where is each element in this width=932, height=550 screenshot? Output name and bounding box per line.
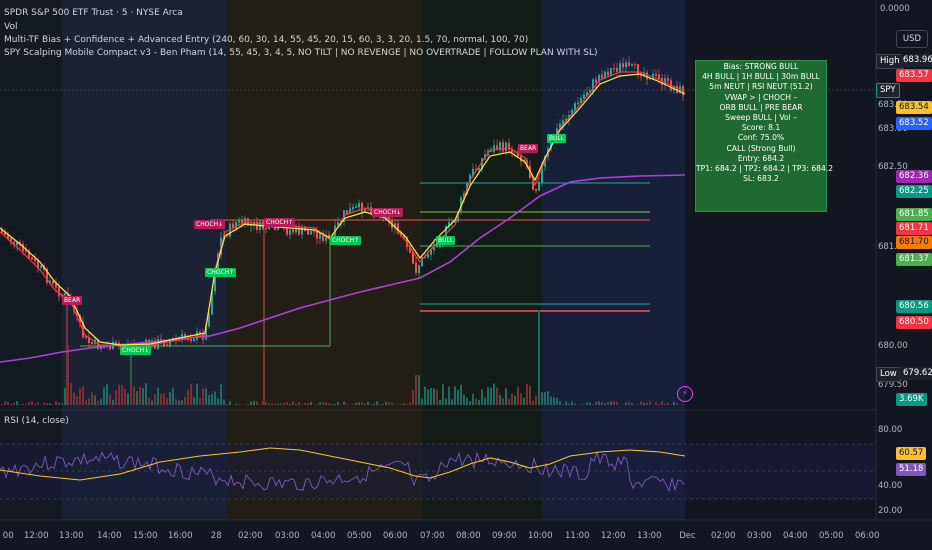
volume-indicator-label[interactable]: Vol [4, 22, 17, 33]
indicator-spy-scalping-label[interactable]: SPY Scalping Mobile Compact v3 - Ben Pha… [4, 48, 597, 59]
time-tick: 16:00 [168, 531, 193, 541]
candles [1, 56, 684, 354]
signal-marker-bear[interactable]: CHOCH↓ [372, 208, 404, 217]
signal-marker-bear[interactable]: BEAR [62, 296, 83, 305]
top-scale-value: 0.0000 [880, 4, 910, 14]
signal-marker-bear[interactable]: CHOCH↓ [194, 220, 226, 229]
panel-line: Sweep BULL | Vol – [725, 113, 797, 123]
price-level-badge: 681.37 [896, 253, 932, 266]
vwap-line [0, 174, 686, 363]
signal-marker-bull[interactable]: CHOCH↑ [205, 268, 237, 277]
price-level-badge: 683.52 [896, 117, 932, 130]
panel-line: SL: 683.2 [743, 174, 779, 184]
signal-marker-bull[interactable]: CHOCH↓ [120, 346, 152, 355]
signal-panel: Bias: STRONG BULL 4H BULL | 1H BULL | 30… [695, 60, 834, 212]
time-tick: 04:00 [783, 531, 808, 541]
rsi-tick: 80.00 [878, 425, 903, 435]
rsi-indicator-label[interactable]: RSI (14, close) [4, 416, 69, 427]
signal-marker-bull[interactable]: CHOCH↑ [330, 236, 362, 245]
panel-line: VWAP > | CHOCH – [724, 92, 798, 102]
time-tick: 11:00 [565, 531, 590, 541]
panel-line: TP1: 684.2 | TP2: 684.2 | TP3: 684.2 [696, 164, 834, 174]
price-level-badge: 683.57 [896, 69, 932, 82]
price-tick: 680.00 [878, 341, 908, 351]
time-tick: 02:00 [238, 531, 263, 541]
panel-line: ORB BULL | PRE BEAR [719, 102, 803, 112]
time-tick: 08:00 [456, 531, 481, 541]
panel-line: Score: 8.1 [741, 123, 781, 133]
time-tick: 05:00 [347, 531, 372, 541]
time-tick: 07:00 [420, 531, 445, 541]
signal-marker-bull[interactable]: BULL [547, 134, 567, 143]
volume-value-badge: 3.69K [896, 393, 927, 406]
signal-marker-bear[interactable]: BEAR [518, 144, 539, 153]
indicator-multi-tf-label[interactable]: Multi-TF Bias + Confidence + Advanced En… [4, 35, 528, 46]
time-tick: 28 [210, 531, 222, 541]
time-tick: 04:00 [311, 531, 336, 541]
panel-line: 4H BULL | 1H BULL | 30m BULL [702, 72, 820, 82]
panel-line: Bias: STRONG BULL [723, 62, 799, 71]
signal-marker-bull[interactable]: BULL [436, 236, 456, 245]
time-tick: 10:00 [528, 531, 553, 541]
high-value: 683.96 [900, 54, 932, 67]
ema-fast-line [0, 71, 686, 347]
time-tick: Dec [679, 531, 696, 541]
time-tick: 02:00 [711, 531, 736, 541]
price-level-badge: 681.85 [896, 208, 932, 221]
time-tick: 13:00 [637, 531, 662, 541]
time-tick: 03:00 [747, 531, 772, 541]
panel-line: Conf: 75.0% [737, 133, 785, 143]
time-tick: 12:00 [601, 531, 626, 541]
alert-lightning-icon[interactable]: ⚡ [677, 386, 693, 402]
volume-bars [1, 310, 684, 405]
level-lines [66, 182, 650, 405]
price-level-badge: 683.54 [896, 101, 932, 114]
trading-chart-window: SPDR S&P 500 ETF Trust · 5 · NYSE Arca V… [0, 0, 932, 550]
symbol-title[interactable]: SPDR S&P 500 ETF Trust · 5 · NYSE Arca [4, 8, 183, 19]
rsi-tick: 40.00 [878, 481, 903, 491]
price-level-badge: 682.36 [896, 170, 932, 183]
time-tick: 14:00 [97, 531, 122, 541]
time-tick: 05:00 [819, 531, 844, 541]
time-tick: 09:00 [492, 531, 517, 541]
price-level-badge: 681.71 [896, 222, 932, 235]
time-tick: 13:00 [59, 531, 84, 541]
low-value: 679.62 [900, 367, 932, 380]
rsi-ma-value: 60.57 [896, 447, 927, 460]
rsi-tick: 20.00 [878, 506, 903, 516]
panel-line: Entry: 684.2 [737, 153, 785, 163]
symbol-price-label: SPY [876, 83, 900, 98]
signal-marker-bear[interactable]: CHOCH↑ [264, 218, 296, 227]
time-tick: 03:00 [275, 531, 300, 541]
time-tick: 00 [2, 531, 14, 541]
time-tick: 15:00 [133, 531, 158, 541]
price-level-badge: 681.70 [896, 236, 932, 249]
panel-line: 5m NEUT | RSI NEUT (51.2) [709, 82, 813, 92]
time-tick: 06:00 [383, 531, 408, 541]
price-level-badge: 680.50 [896, 316, 932, 329]
panel-line: CALL (Strong Bull) [726, 143, 796, 153]
currency-button[interactable]: USD [896, 30, 928, 48]
rsi-value: 51.18 [896, 463, 927, 476]
rsi-pane [0, 443, 876, 500]
time-tick: 06:00 [855, 531, 880, 541]
low-label: Low [876, 367, 901, 382]
price-level-badge: 682.25 [896, 185, 932, 198]
price-level-badge: 680.56 [896, 300, 932, 313]
time-tick: 12:00 [24, 531, 49, 541]
